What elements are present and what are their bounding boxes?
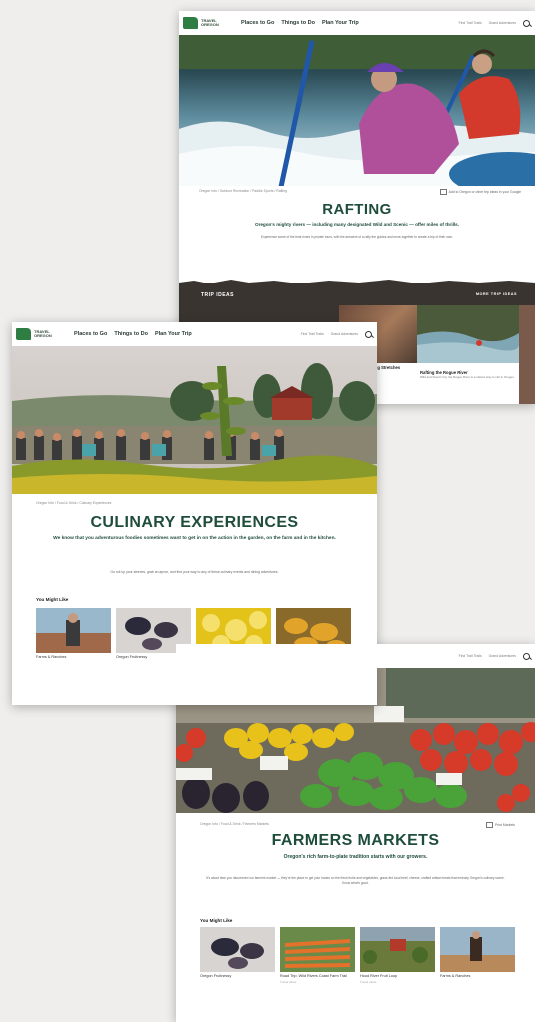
rafting-hero-image xyxy=(179,34,535,186)
tile-image xyxy=(200,927,275,972)
nav-plan-your-trip[interactable]: Plan Your Trip xyxy=(155,331,192,337)
nav-things-to-do[interactable]: Things to Do xyxy=(114,331,148,337)
recommendation-tile[interactable]: Road Trip: Wild Rivers Coast Farm Trail … xyxy=(280,927,355,984)
tile-image xyxy=(36,608,111,653)
page-title: RAFTING xyxy=(322,201,392,218)
print-markets-link[interactable]: Print Markets xyxy=(486,822,515,828)
recommendation-tile[interactable]: Oregon Fruitnessy xyxy=(200,927,275,984)
nav-util-trails[interactable]: Find Trail Trails xyxy=(459,21,482,25)
site-nav: Find Trail Trails Grand Adventures xyxy=(176,644,535,668)
breadcrumb[interactable]: Oregon Info / Outdoor Recreation / Paddl… xyxy=(199,189,287,193)
recommendation-tile[interactable]: Hood River Fruit Loop Travel Ideas xyxy=(360,927,435,984)
recommendation-tile[interactable]: Farms & Ranches xyxy=(36,608,111,665)
tile-image xyxy=(280,927,355,972)
page-subtitle: We know that you adventurous foodies som… xyxy=(53,536,336,541)
you-might-like-heading: You Might Like xyxy=(200,918,233,923)
oregon-logo-icon xyxy=(16,328,31,340)
more-trip-ideas-link[interactable]: MORE TRIP IDEAS xyxy=(476,292,517,296)
nav-util-adventures[interactable]: Grand Adventures xyxy=(331,332,358,336)
page-title: CULINARY EXPERIENCES xyxy=(90,514,299,531)
nav-util-adventures[interactable]: Grand Adventures xyxy=(489,21,516,25)
recommendation-tile[interactable]: Farms & Ranches xyxy=(440,927,515,984)
page-intro: Go roll up your sleeves, grab an apron, … xyxy=(110,570,279,574)
save-trip-link[interactable]: Add to Oregon or other trip ideas in you… xyxy=(439,189,521,195)
nav-util-trails[interactable]: Find Trail Trails xyxy=(301,332,324,336)
travel-oregon-logo[interactable]: TRAVEL OREGON xyxy=(183,17,223,29)
trip-ideas-label: TRIP IDEAS xyxy=(201,292,234,298)
trip-card-peek xyxy=(519,305,535,404)
site-nav: TRAVEL OREGON Places to Go Things to Do … xyxy=(179,11,535,35)
travel-oregon-logo[interactable]: TRAVEL OREGON xyxy=(16,328,56,340)
nav-places-to-go[interactable]: Places to Go xyxy=(74,331,107,337)
print-icon xyxy=(486,822,494,828)
trip-card[interactable]: Rafting the Rogue River Wild and Scenic … xyxy=(417,305,519,404)
oregon-logo-icon xyxy=(183,17,198,29)
bookmark-icon xyxy=(439,189,447,195)
search-icon[interactable] xyxy=(523,652,530,660)
nav-plan-your-trip[interactable]: Plan Your Trip xyxy=(322,20,359,26)
nav-util-trails[interactable]: Find Trail Trails xyxy=(459,654,482,658)
page-subtitle: Oregon's mighty rivers — including many … xyxy=(255,222,459,227)
you-might-like-heading: You Might Like xyxy=(36,597,69,602)
breadcrumb[interactable]: Oregon Info / Food & Drink / Farmers Mar… xyxy=(200,822,269,826)
trip-card-image xyxy=(417,305,519,363)
page-title: FARMERS MARKETS xyxy=(271,832,440,849)
search-icon[interactable] xyxy=(523,19,530,27)
page-intro: Experience some of the best rivers in pr… xyxy=(261,235,453,239)
page-intro: It's about time you discovered our farme… xyxy=(206,876,505,885)
search-icon[interactable] xyxy=(365,330,372,338)
nav-places-to-go[interactable]: Places to Go xyxy=(241,20,274,26)
site-nav: TRAVEL OREGON Places to Go Things to Do … xyxy=(12,322,377,346)
tile-image xyxy=(360,927,435,972)
breadcrumb[interactable]: Oregon Info / Food & Drink / Culinary Ex… xyxy=(36,501,111,505)
page-subtitle: Oregon's rich farm-to-plate tradition st… xyxy=(283,854,428,860)
recommendation-tiles: Oregon Fruitnessy Road Trip: Wild Rivers… xyxy=(200,927,515,984)
nav-util-adventures[interactable]: Grand Adventures xyxy=(489,654,516,658)
tile-image xyxy=(440,927,515,972)
nav-things-to-do[interactable]: Things to Do xyxy=(281,20,315,26)
culinary-hero-image xyxy=(12,346,377,494)
